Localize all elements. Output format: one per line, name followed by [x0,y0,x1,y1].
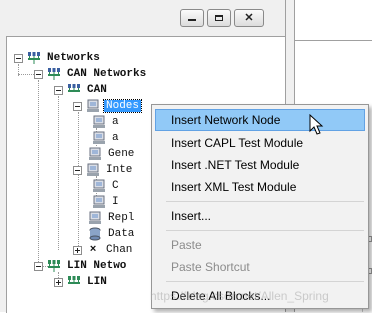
collapse-toggle[interactable] [73,101,82,111]
maximize-icon [215,15,223,21]
tree-item-can[interactable]: CAN [54,82,109,98]
close-icon: ✕ [244,11,254,24]
tree-item-label: LIN [87,276,107,288]
tree-item-label: CAN [87,84,107,96]
network-icon [48,260,60,272]
tree-item-label: Inte [106,164,133,176]
window-controls: ✕ [180,9,264,27]
tree-item-networks[interactable]: Networks [14,50,102,66]
right-pane-border [295,40,372,41]
collapse-toggle[interactable] [14,53,23,63]
interactive-icon [87,163,99,176]
tree-item-label: Gene [108,148,135,160]
node-icon [93,195,105,208]
tree-item-label: a [112,116,119,128]
minimize-button[interactable] [180,9,204,27]
tree-item-channel[interactable]: × Chan [73,242,134,258]
tree-item-interactive-child-1[interactable]: C [92,178,121,194]
database-icon [89,227,101,241]
maximize-button[interactable] [207,9,231,27]
menu-item-paste-shortcut: Paste Shortcut [171,260,250,274]
collapse-toggle[interactable] [73,165,82,175]
menu-item-insert-net-test-module[interactable]: Insert .NET Test Module [155,154,365,176]
expand-toggle[interactable] [73,245,82,255]
tree-item-node-1[interactable]: a [92,114,121,130]
bus-icon [68,276,80,284]
tree-item-label: Chan [106,244,133,256]
tree-item-label: LIN Netwo [67,260,127,272]
collapse-toggle[interactable] [34,261,43,271]
menu-separator [166,230,364,231]
mouse-cursor-icon [309,114,324,135]
node-icon [93,131,105,144]
tree-item-label: Repl [108,212,135,224]
menu-separator [166,281,364,282]
node-icon [93,115,105,128]
expand-toggle[interactable] [54,277,63,287]
network-icon [48,68,60,80]
window-title-bar: ✕ [0,0,287,36]
tree-item-node-2[interactable]: a [92,130,121,146]
channel-filter-icon: × [89,244,97,256]
tree-item-can-networks[interactable]: CAN Networks [34,66,148,82]
menu-item-insert-capl-test-module[interactable]: Insert CAPL Test Module [155,132,365,154]
node-icon [87,99,99,112]
replay-icon [89,211,101,224]
tree-line [78,112,79,250]
tree-item-label: Nodes [102,99,143,113]
menu-separator [166,201,364,202]
menu-item-paste: Paste [171,238,202,252]
tree-item-database[interactable]: Data [88,226,136,242]
tree-line [38,80,39,266]
bus-icon [68,84,80,92]
tree-item-generators[interactable]: Gene [88,146,136,162]
tree-item-label: I [112,196,119,208]
context-menu: Insert Network Node Insert CAPL Test Mod… [151,104,369,309]
tree-item-label: CAN Networks [67,68,147,80]
tree-line [58,96,59,250]
tree-item-replay[interactable]: Repl [88,210,136,226]
tree-item-lin[interactable]: LIN [54,274,109,290]
collapse-toggle[interactable] [54,85,63,95]
collapse-toggle[interactable] [34,69,43,79]
tree-item-label: a [112,132,119,144]
node-icon [93,179,105,192]
minimize-icon [188,19,196,21]
tree-item-label: Networks [47,52,100,64]
tree-line [18,74,34,75]
tree-item-lin-networks[interactable]: LIN Netwo [34,258,128,274]
menu-item-insert[interactable]: Insert... [155,205,365,227]
network-icon [28,52,40,64]
tree-item-interactive[interactable]: Inte [73,162,134,178]
tree-item-label: Data [108,228,135,240]
tree-item-nodes[interactable]: Nodes [73,98,143,114]
menu-item-insert-network-node[interactable]: Insert Network Node [155,109,365,131]
close-button[interactable]: ✕ [234,9,264,27]
menu-item-delete-all-blocks[interactable]: Delete All Blocks... [155,285,365,307]
generator-icon [89,147,101,160]
menu-item-insert-xml-test-module[interactable]: Insert XML Test Module [155,176,365,198]
tree-item-interactive-child-2[interactable]: I [92,194,121,210]
tree-item-label: C [112,180,119,192]
